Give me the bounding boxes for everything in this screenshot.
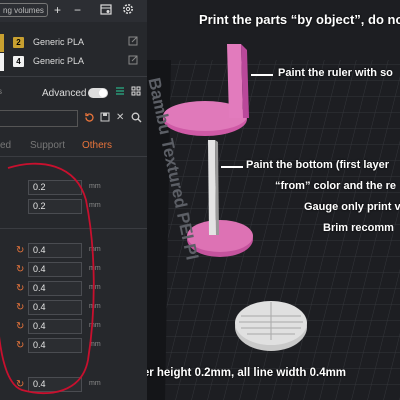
filament-name: Generic PLA <box>33 37 85 47</box>
filament-color-bar <box>0 34 4 52</box>
gauge-pin <box>208 140 216 235</box>
ruler-arrow <box>251 74 273 76</box>
gear-icon[interactable] <box>122 3 134 18</box>
save-icon[interactable] <box>100 112 110 125</box>
advanced-label: Advanced <box>42 88 87 99</box>
tab-divider <box>0 156 147 157</box>
panel-toolbar: ng volumes + − <box>0 0 147 22</box>
compare-icon[interactable] <box>131 86 141 99</box>
tab-others[interactable]: Others <box>82 140 112 151</box>
ruler-blade <box>227 44 243 118</box>
bottom-annotation-2: “from” color and the re <box>275 180 397 192</box>
list-icon[interactable] <box>115 86 125 99</box>
ruler-annotation: Paint the ruler with so <box>278 67 393 79</box>
annotation-ellipse <box>0 162 95 394</box>
filament-color-bar <box>0 53 4 71</box>
close-icon[interactable]: ✕ <box>116 112 124 123</box>
search-input[interactable] <box>0 110 78 127</box>
bottom-annotation-3: Gauge only print v <box>304 201 400 213</box>
minus-icon[interactable]: − <box>74 3 81 17</box>
tab-support[interactable]: Support <box>30 140 65 151</box>
bottom-annotation-4: Brim recomm <box>323 222 394 234</box>
advanced-toggle[interactable] <box>88 88 108 98</box>
advanced-row: s Advanced <box>0 86 147 102</box>
bottom-annotation-1: Paint the bottom (first layer <box>246 159 390 171</box>
footer-annotation: Layer height 0.2mm, all line width 0.4mm <box>147 367 347 379</box>
edit-icon[interactable] <box>128 55 138 68</box>
filament-number-badge[interactable]: 2 <box>13 37 24 48</box>
filament-name: Generic PLA <box>33 56 85 66</box>
calendar-icon[interactable] <box>100 3 112 18</box>
bottom-arrow <box>221 166 243 168</box>
search-row: ✕ <box>0 110 147 128</box>
settings-tabs: ed Support Others <box>0 138 147 154</box>
filament-number-badge[interactable]: 4 <box>13 56 24 67</box>
settings-panel: ng volumes + − 2 Generic PLA 4 Generic P… <box>0 0 147 400</box>
reset-icon[interactable] <box>84 112 95 126</box>
plus-icon[interactable]: + <box>54 3 61 17</box>
filament-row[interactable]: 4 Generic PLA <box>0 53 147 71</box>
preset-label: s <box>0 87 2 96</box>
title-annotation: Print the parts “by object”, do no <box>199 12 400 27</box>
tab-speed[interactable]: ed <box>0 140 11 151</box>
divider <box>0 76 147 77</box>
edit-icon[interactable] <box>128 36 138 49</box>
filament-row[interactable]: 2 Generic PLA <box>0 34 147 52</box>
volumes-button[interactable]: ng volumes <box>0 3 48 17</box>
search-icon[interactable] <box>131 112 142 126</box>
3d-viewport[interactable]: Bambu Textured PEI Pl Print the parts “b… <box>147 0 400 400</box>
